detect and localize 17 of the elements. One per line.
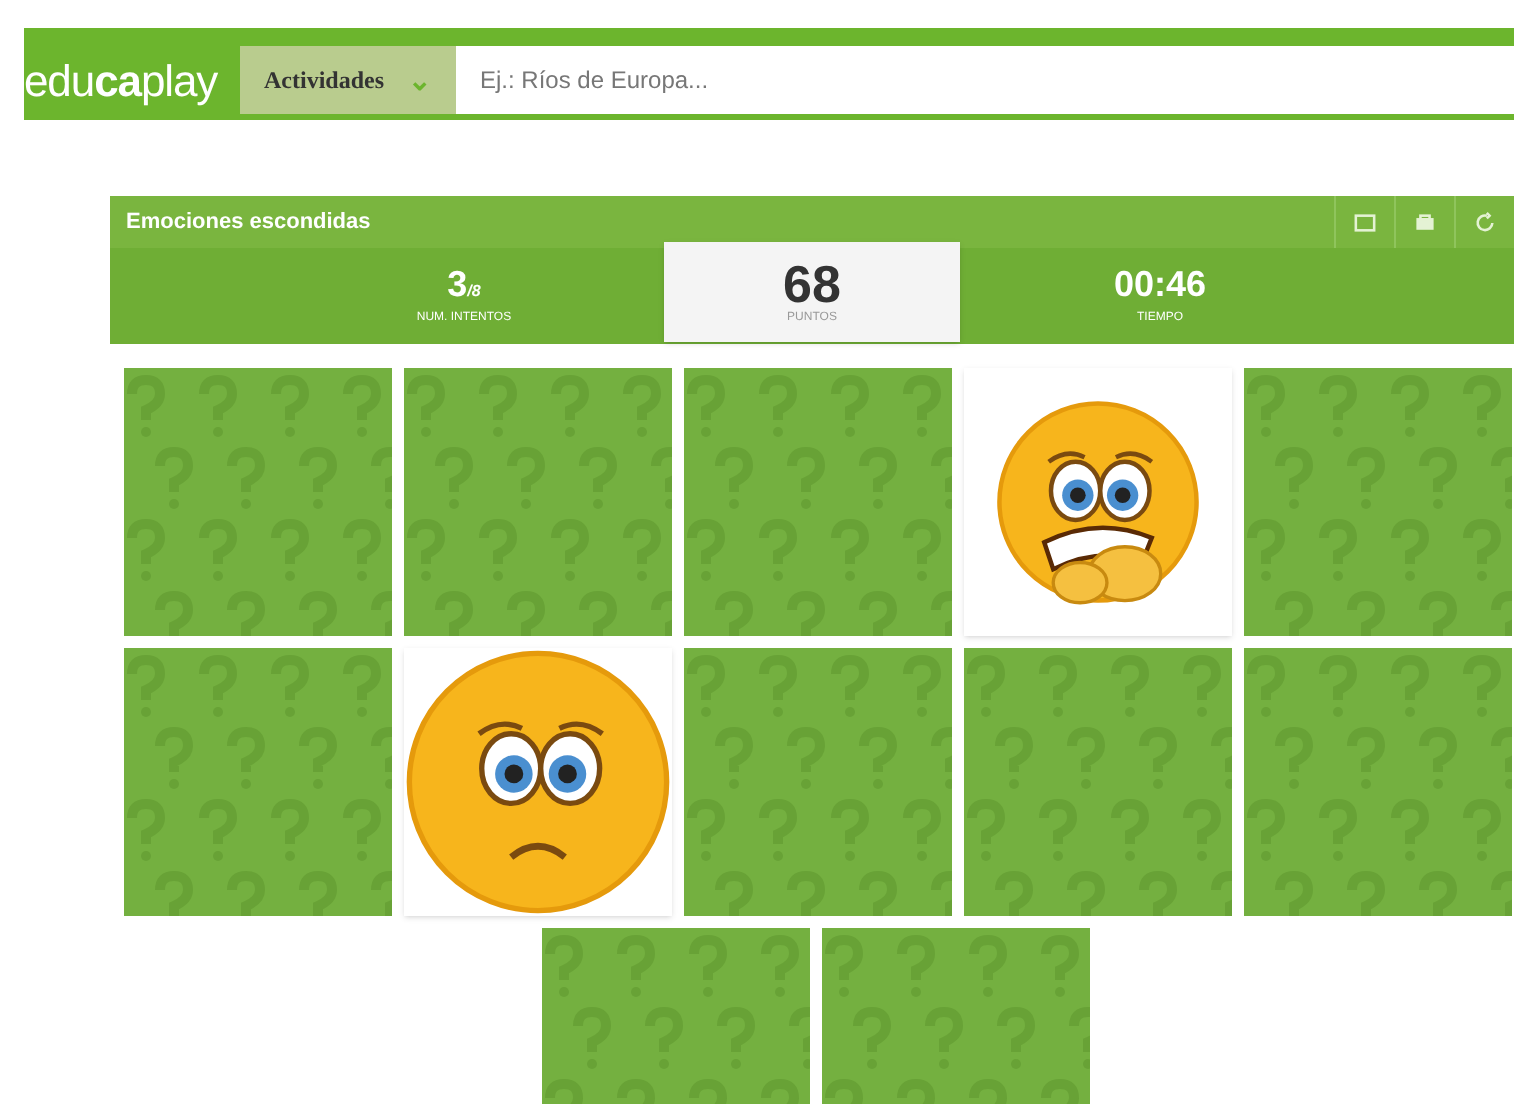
revealed-card[interactable] — [964, 368, 1232, 636]
attempts-value: 3/8 — [447, 265, 481, 301]
hidden-card[interactable] — [404, 368, 672, 636]
score-value: 68 — [783, 257, 841, 309]
hidden-card[interactable] — [964, 648, 1232, 916]
hidden-card[interactable] — [1244, 368, 1512, 636]
hidden-card[interactable] — [684, 648, 952, 916]
game-title: Emociones escondidas — [126, 207, 371, 238]
sad-emoji-icon — [404, 648, 672, 916]
hidden-card[interactable] — [1244, 648, 1512, 916]
time-value: 00:46 — [1113, 265, 1207, 301]
revealed-card[interactable] — [404, 648, 672, 916]
search-field[interactable]: Ej.: Ríos de Europa... — [456, 46, 1514, 114]
category-dropdown[interactable]: Actividades ⌄ — [240, 46, 456, 114]
hidden-card[interactable] — [124, 368, 392, 636]
hidden-card[interactable] — [684, 368, 952, 636]
hidden-card[interactable] — [124, 648, 392, 916]
